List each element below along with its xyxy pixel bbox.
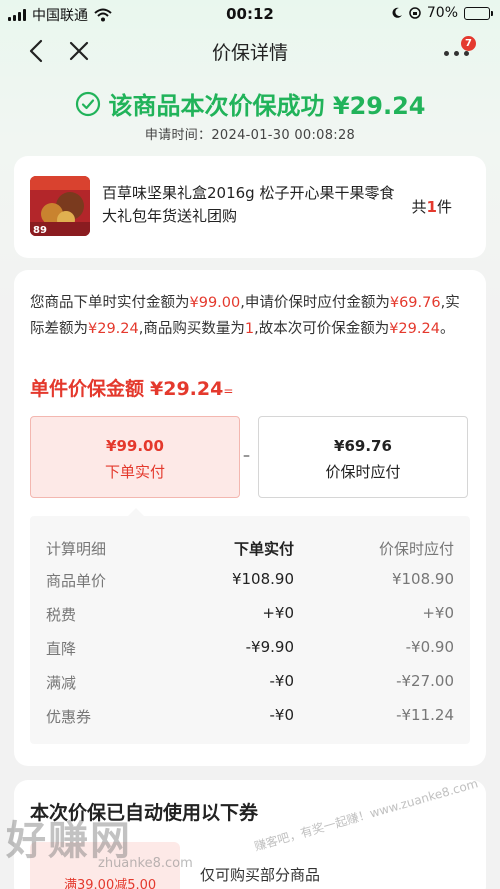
- description-text: 。: [439, 321, 455, 337]
- count-prefix: 共: [411, 198, 427, 216]
- equals-sign: =: [223, 384, 234, 398]
- protect-amount: ¥69.76: [334, 437, 392, 455]
- count-number: 1: [426, 198, 437, 216]
- row-paid: ¥108.90: [231, 570, 294, 588]
- message-badge: 7: [461, 36, 476, 51]
- protect-amount-box: ¥69.76 价保时应付: [258, 416, 468, 498]
- highlight-value: ¥29.24: [88, 321, 139, 337]
- unit-amount-value: ¥29.24: [150, 378, 224, 400]
- highlight-value: ¥29.24: [389, 321, 440, 337]
- product-thumbnail[interactable]: 89: [30, 176, 90, 236]
- row-paid: -¥0: [269, 706, 295, 724]
- battery-icon: [464, 6, 493, 20]
- success-message: 该商品本次价保成功 ¥29.24: [108, 92, 426, 120]
- status-bar: 中国联通 00:12 70%: [0, 0, 500, 28]
- header-protect: 价保时应付: [378, 540, 454, 558]
- protect-label: 价保时应付: [325, 463, 401, 481]
- paid-amount: ¥99.00: [106, 437, 164, 455]
- check-circle-icon: [75, 91, 100, 116]
- description-text: ,申请价保时应付金额为: [240, 295, 390, 311]
- nav-bar: 价保详情 7: [0, 28, 500, 74]
- highlight-value: ¥69.76: [389, 295, 441, 311]
- product-count: 共1件: [412, 196, 452, 217]
- table-row: 税费 +¥0 +¥0: [30, 604, 470, 628]
- description-text: ,故本次可价保金额为: [254, 321, 390, 337]
- product-card[interactable]: 89 百草味坚果礼盒2016g 松子开心果干果零食大礼包年货送礼团购 共1件: [14, 156, 486, 258]
- coupon-description: 仅可购买部分商品: [200, 866, 321, 884]
- moon-icon: [392, 7, 402, 18]
- unit-amount-label: 单件价保金额: [30, 378, 145, 400]
- product-name[interactable]: 百草味坚果礼盒2016g 松子开心果干果零食大礼包年货送礼团购: [102, 182, 402, 228]
- status-right: 70%: [391, 5, 493, 21]
- row-protect: -¥27.00: [396, 672, 454, 690]
- header-paid: 下单实付: [233, 540, 294, 558]
- table-row: 直降 -¥9.90 -¥0.90: [30, 638, 470, 662]
- battery-percent: 70%: [426, 5, 458, 21]
- apply-time: 申请时间：2024-01-30 00:08:28: [144, 128, 356, 143]
- calc-header-row: 计算明细 下单实付 价保时应付: [30, 538, 470, 562]
- table-row: 满减 -¥0 -¥27.00: [30, 672, 470, 696]
- count-suffix: 件: [436, 198, 452, 216]
- minus-sign: –: [243, 448, 250, 464]
- header-detail: 计算明细: [46, 540, 107, 558]
- description-text: ,商品购买数量为: [138, 321, 245, 337]
- calculation-description: 您商品下单时实付金额为¥99.00,申请价保时应付金额为¥69.76,实际差额为…: [30, 290, 470, 342]
- row-protect: -¥11.24: [396, 706, 454, 724]
- row-paid: -¥9.90: [245, 638, 294, 656]
- calculation-table: 计算明细 下单实付 价保时应付 商品单价 ¥108.90 ¥108.90 税费 …: [30, 508, 470, 744]
- paid-amount-box: ¥99.00 下单实付: [30, 416, 240, 498]
- success-banner: 该商品本次价保成功 ¥29.24: [0, 86, 500, 121]
- row-label: 直降: [46, 640, 77, 658]
- row-label: 满减: [46, 674, 77, 692]
- product-image: 89: [30, 176, 90, 236]
- row-protect: -¥0.90: [405, 638, 454, 656]
- highlight-value: ¥99.00: [189, 295, 241, 311]
- description-text: 您商品下单时实付金额为: [30, 295, 190, 311]
- row-paid: -¥0: [269, 672, 295, 690]
- lock-rotation-icon: [409, 7, 421, 19]
- price-protection-detail-card: 您商品下单时实付金额为¥99.00,申请价保时应付金额为¥69.76,实际差额为…: [14, 270, 486, 766]
- more-icon: [444, 51, 469, 56]
- paid-label: 下单实付: [104, 463, 165, 481]
- watermark-url: zhuanke8.com: [98, 856, 193, 871]
- row-label: 优惠券: [46, 708, 92, 726]
- row-label: 税费: [46, 606, 77, 624]
- row-protect: ¥108.90: [391, 570, 454, 588]
- table-row: 商品单价 ¥108.90 ¥108.90: [30, 570, 470, 594]
- more-button[interactable]: 7: [440, 36, 476, 66]
- row-protect: +¥0: [422, 604, 454, 622]
- unit-protection-amount: 单件价保金额 ¥29.24=: [30, 374, 233, 401]
- coupon-condition: 满39.00减5.00: [64, 878, 157, 889]
- row-label: 商品单价: [46, 572, 107, 590]
- svg-text:89: 89: [33, 225, 47, 236]
- page-title: 价保详情: [211, 42, 288, 64]
- row-paid: +¥0: [262, 604, 294, 622]
- table-row: 优惠券 -¥0 -¥11.24: [30, 706, 470, 730]
- highlight-value: 1: [244, 321, 255, 337]
